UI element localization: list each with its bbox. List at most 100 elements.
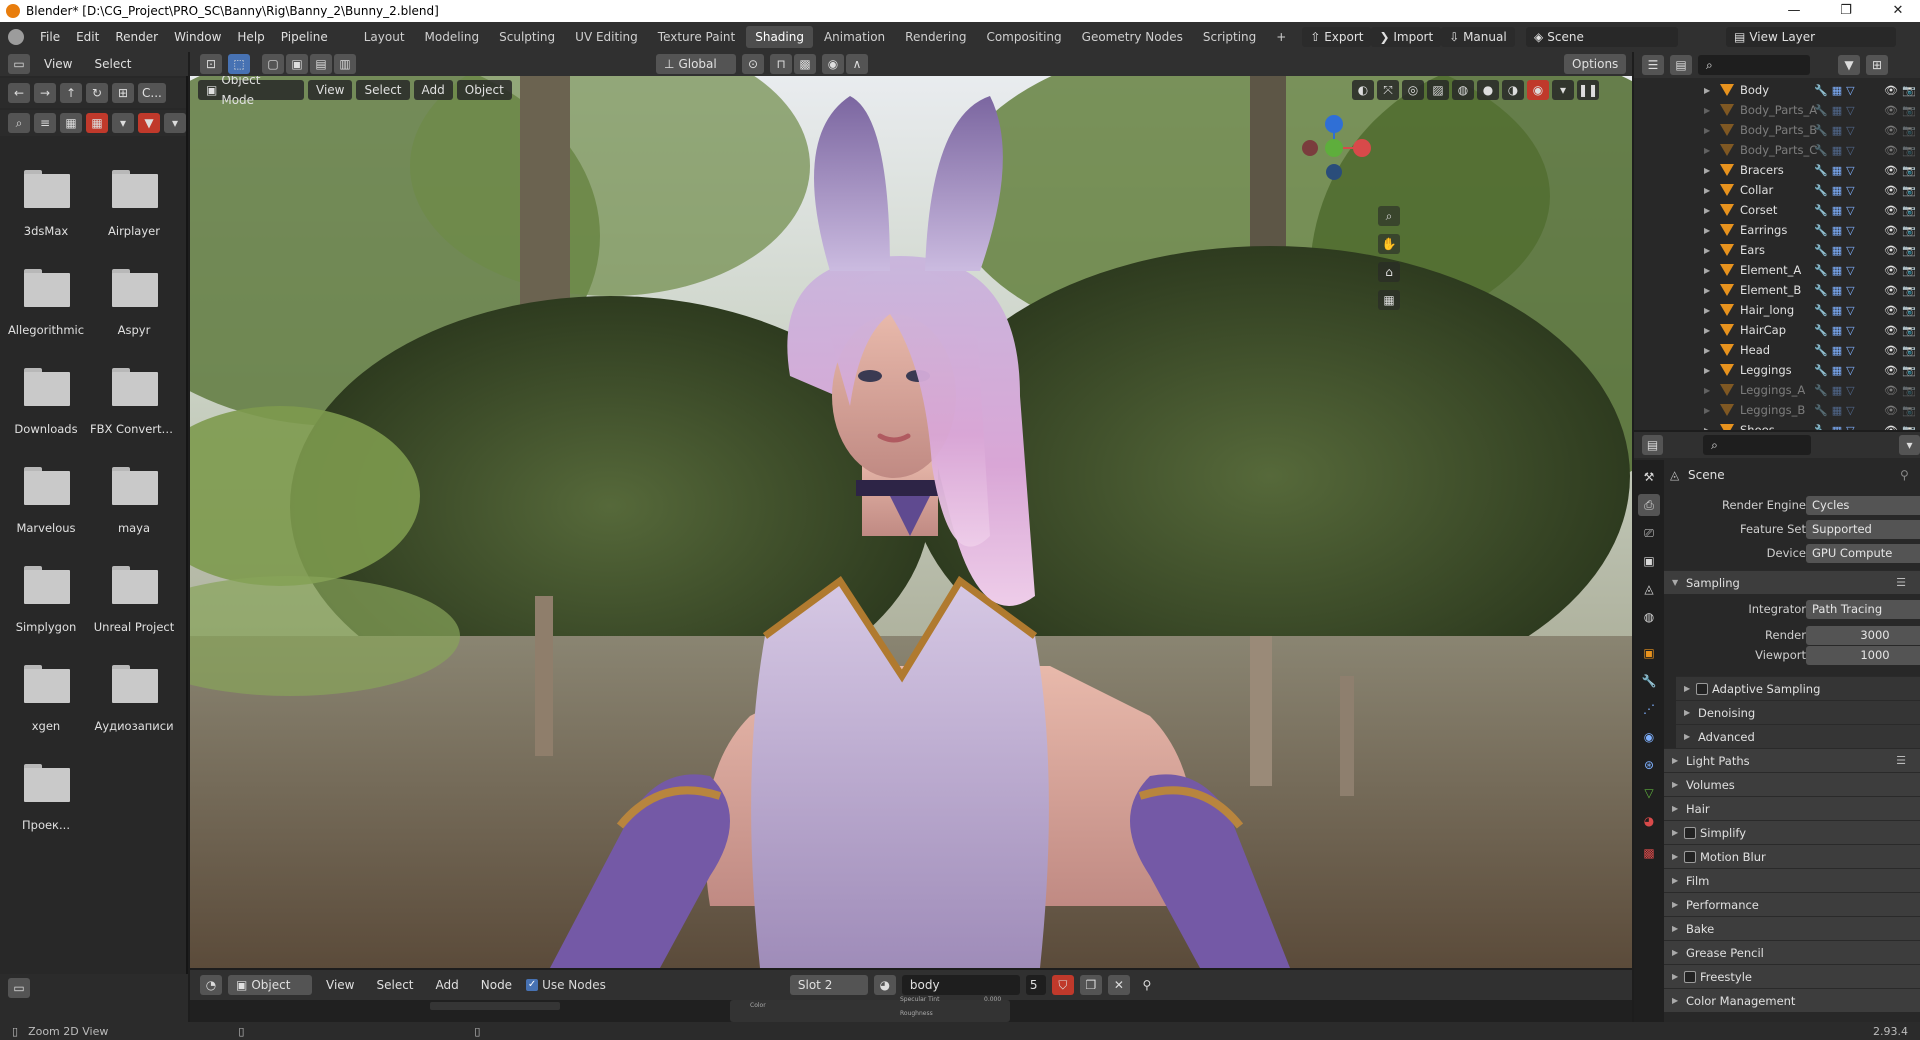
panel-header[interactable]: ▶ Volumes (1664, 772, 1920, 796)
panel-header[interactable]: ▶ Simplify (1664, 820, 1920, 844)
expand-triangle-icon[interactable]: ▶ (1704, 426, 1710, 431)
outliner-row[interactable]: ▶ Corset 🔧▦▽ 👁 📷 (1634, 200, 1920, 220)
visibility-icon[interactable]: ◐ (1352, 80, 1374, 100)
material-browse-icon[interactable]: ◕ (873, 975, 896, 995)
viewport-samples-field[interactable]: 1000 (1806, 645, 1920, 665)
thumbnail-view-icon[interactable]: ▦ (60, 113, 82, 133)
eye-icon[interactable]: 👁 (1884, 364, 1898, 377)
render-camera-icon[interactable]: 📷 (1902, 144, 1916, 157)
modifier-icons[interactable]: 🔧▦▽ (1814, 324, 1859, 337)
render-samples-field[interactable]: 3000 (1806, 625, 1920, 645)
node-menu-view[interactable]: View (318, 970, 362, 1000)
render-camera-icon[interactable]: 📷 (1902, 284, 1916, 297)
presets-list-icon[interactable]: ☰ (1896, 754, 1906, 767)
manual-button[interactable]: ⇩ Manual (1441, 27, 1515, 47)
tab-scripting[interactable]: Scripting (1194, 26, 1265, 48)
modifier-icons[interactable]: 🔧▦▽ (1814, 384, 1859, 397)
camera-view-icon[interactable]: ⌂ (1378, 262, 1400, 282)
menu-edit[interactable]: Edit (68, 22, 107, 52)
render-camera-icon[interactable]: 📷 (1902, 264, 1916, 277)
menu-window[interactable]: Window (166, 22, 229, 52)
modifier-icons[interactable]: 🔧▦▽ (1814, 144, 1859, 157)
add-workspace-button[interactable]: + (1267, 26, 1295, 48)
expand-triangle-icon[interactable]: ▶ (1704, 366, 1710, 375)
display-mode-icon[interactable]: ▤ (1670, 55, 1692, 75)
panel-header[interactable]: ▶ Bake (1664, 916, 1920, 940)
outliner-row[interactable]: ▶ Hair_long 🔧▦▽ 👁 📷 (1634, 300, 1920, 320)
render-camera-icon[interactable]: 📷 (1902, 304, 1916, 317)
select-tool-icon[interactable]: ⬚ (228, 54, 250, 74)
expand-triangle-icon[interactable]: ▶ (1704, 106, 1710, 115)
outliner-row[interactable]: ▶ Earrings 🔧▦▽ 👁 📷 (1634, 220, 1920, 240)
outliner-row[interactable]: ▶ Element_A 🔧▦▽ 👁 📷 (1634, 260, 1920, 280)
blender-menu-icon[interactable] (8, 29, 24, 45)
expand-triangle-icon[interactable]: ▶ (1704, 346, 1710, 355)
expand-triangle-icon[interactable]: ▶ (1704, 386, 1710, 395)
panel-header[interactable]: ▶ Film (1664, 868, 1920, 892)
device-dropdown[interactable]: GPU Compute (1806, 543, 1920, 563)
search-icon[interactable]: ⌕ (8, 113, 30, 133)
modifier-icons[interactable]: 🔧▦▽ (1814, 104, 1859, 117)
folder-item[interactable]: Airplayer (90, 162, 178, 261)
panel-header[interactable]: ▶ Light Paths ☰ (1664, 748, 1920, 772)
eye-icon[interactable]: 👁 (1884, 424, 1898, 431)
render-camera-icon[interactable]: 📷 (1902, 204, 1916, 217)
node-menu-select[interactable]: Select (368, 970, 421, 1000)
render-tab-icon[interactable]: ⎙ (1638, 494, 1660, 516)
viewport-menu-select[interactable]: Select (356, 80, 410, 100)
eye-icon[interactable]: 👁 (1884, 124, 1898, 137)
shader-node-canvas[interactable]: Color Specular Tint 0.000 Roughness (190, 996, 1632, 1022)
modifier-icons[interactable]: 🔧▦▽ (1814, 244, 1859, 257)
panel-enable-checkbox[interactable] (1684, 826, 1696, 839)
eye-icon[interactable]: 👁 (1884, 284, 1898, 297)
outliner-row[interactable]: ▶ Body 🔧▦▽ 👁 📷 (1634, 80, 1920, 100)
tab-uv-editing[interactable]: UV Editing (566, 26, 647, 48)
outliner-row[interactable]: ▶ Ears 🔧▦▽ 👁 📷 (1634, 240, 1920, 260)
folder-item[interactable]: Simplygon (2, 558, 90, 657)
grid-view-icon[interactable]: ▦ (86, 113, 108, 133)
render-camera-icon[interactable]: 📷 (1902, 324, 1916, 337)
folder-item[interactable]: Downloads (2, 360, 90, 459)
outliner-search-input[interactable]: ⌕ (1698, 55, 1810, 75)
snap-target-icon[interactable]: ▩ (794, 54, 816, 74)
outliner-editor-icon[interactable]: ☰ (1642, 55, 1664, 75)
fb-menu-view[interactable]: View (36, 52, 80, 76)
tool-tab-icon[interactable]: ⚒ (1638, 466, 1660, 488)
snap-icon[interactable]: ⊓ (770, 54, 792, 74)
select-intersect-icon[interactable]: ▥ (334, 54, 356, 74)
outliner-row[interactable]: ▶ Body_Parts_B 🔧▦▽ 👁 📷 (1634, 120, 1920, 140)
outliner-filter-icon[interactable]: ▼ (1838, 55, 1860, 75)
render-camera-icon[interactable]: 📷 (1902, 224, 1916, 237)
export-button[interactable]: ⇧ Export (1302, 27, 1372, 47)
eye-icon[interactable]: 👁 (1884, 404, 1898, 417)
tab-compositing[interactable]: Compositing (977, 26, 1070, 48)
physics-tab-icon[interactable]: ◉ (1638, 726, 1660, 748)
modifier-icons[interactable]: 🔧▦▽ (1814, 304, 1859, 317)
forward-icon[interactable]: → (34, 83, 56, 103)
modifier-icons[interactable]: 🔧▦▽ (1814, 224, 1859, 237)
folder-item[interactable]: Aspyr (90, 261, 178, 360)
tab-layout[interactable]: Layout (355, 26, 414, 48)
folder-item[interactable]: Marvelous (2, 459, 90, 558)
render-engine-dropdown[interactable]: Cycles (1806, 495, 1920, 515)
pivot-icon[interactable]: ⊙ (742, 54, 764, 74)
viewport-menu-add[interactable]: Add (413, 80, 453, 100)
node-menu-node[interactable]: Node (473, 970, 520, 1000)
denoising-subpanel[interactable]: ▶ Denoising (1676, 700, 1920, 724)
view-layer-selector[interactable]: ▤ View Layer (1726, 27, 1896, 47)
outliner-row[interactable]: ▶ Body_Parts_C 🔧▦▽ 👁 📷 (1634, 140, 1920, 160)
render-camera-icon[interactable]: 📷 (1902, 104, 1916, 117)
expand-triangle-icon[interactable]: ▶ (1704, 86, 1710, 95)
unlink-material-icon[interactable]: ✕ (1107, 975, 1130, 995)
eye-icon[interactable]: 👁 (1884, 264, 1898, 277)
folder-item[interactable]: 3dsMax (2, 162, 90, 261)
properties-search-input[interactable]: ⌕ (1703, 435, 1811, 455)
adaptive-sampling-subpanel[interactable]: ▶ Adaptive Sampling (1676, 676, 1920, 700)
slot-dropdown[interactable]: Slot 2 (789, 975, 868, 995)
mode-dropdown[interactable]: ▣ Object Mode (198, 76, 304, 107)
wireframe-shading-icon[interactable]: ◍ (1452, 80, 1474, 100)
falloff-icon[interactable]: ∧ (846, 54, 868, 74)
panel-header[interactable]: ▶ Performance (1664, 892, 1920, 916)
tab-sculpting[interactable]: Sculpting (490, 26, 564, 48)
node-menu-add[interactable]: Add (428, 970, 467, 1000)
